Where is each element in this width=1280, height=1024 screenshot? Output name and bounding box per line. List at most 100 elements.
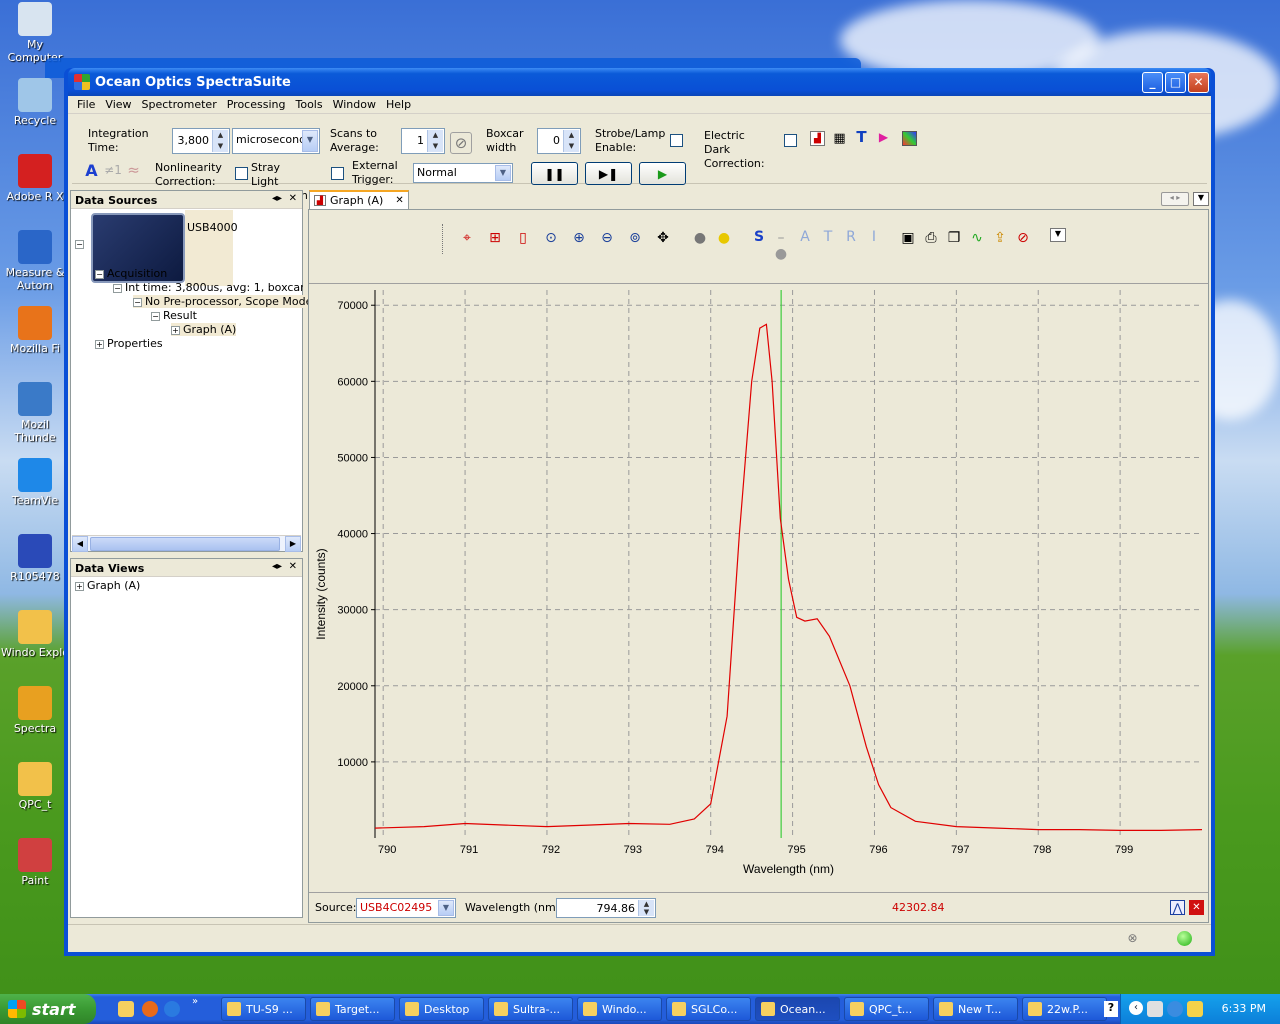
taskbar-button[interactable]: New T... bbox=[933, 997, 1018, 1021]
menu-item-view[interactable]: View bbox=[100, 98, 136, 111]
absorbance-a-icon[interactable]: A bbox=[796, 229, 814, 245]
taskbar-button[interactable]: SGLCo... bbox=[666, 997, 751, 1021]
wavelength-spinner[interactable]: 794.86 ▲ ▼ bbox=[556, 898, 656, 918]
tree-node-acquisition[interactable]: − Acquisition bbox=[95, 267, 167, 280]
quicklaunch-more-icon[interactable]: » bbox=[192, 996, 198, 1007]
desktop-icon[interactable]: Mozil Thunde bbox=[0, 382, 70, 444]
scroll-right-icon[interactable]: ▶ bbox=[285, 536, 301, 552]
integration-time-spinner[interactable]: 3,800 ▲ ▼ bbox=[172, 128, 230, 154]
bulb-on-icon[interactable]: ● bbox=[715, 230, 733, 246]
stray-light-checkbox[interactable] bbox=[331, 167, 344, 180]
single-acquisition-button[interactable]: ▶❚ bbox=[585, 162, 632, 185]
color-play-icon[interactable]: ▶ bbox=[876, 130, 891, 145]
integration-unit-select[interactable]: microseconds ▼ bbox=[232, 128, 320, 154]
help-icon[interactable]: ? bbox=[1104, 1001, 1118, 1017]
electric-dark-checkbox[interactable] bbox=[784, 134, 797, 147]
zoom-out-icon[interactable]: ⊖ bbox=[598, 230, 616, 246]
clock[interactable]: 6:33 PM bbox=[1222, 1002, 1266, 1015]
zoom-reset-icon[interactable]: ⊙ bbox=[542, 230, 560, 246]
tray-teamviewer-icon[interactable] bbox=[1167, 1001, 1183, 1017]
desktop-icon[interactable]: Windo Explo bbox=[0, 610, 70, 659]
bulb-off-icon[interactable]: ● bbox=[691, 230, 709, 246]
taskbar-button[interactable]: Target... bbox=[310, 997, 395, 1021]
zoom-fit-icon[interactable]: ⊚ bbox=[626, 230, 644, 246]
graph-menu-chevron-icon[interactable]: ▼ bbox=[1050, 228, 1066, 242]
panel-menu-icon[interactable]: ◂▸ bbox=[272, 193, 282, 204]
zoom-in-icon[interactable]: ⊕ bbox=[570, 230, 588, 246]
nonlinearity-checkbox[interactable] bbox=[235, 167, 248, 180]
taskbar-button[interactable]: Sultra-... bbox=[488, 997, 573, 1021]
chevron-down-icon[interactable]: ▼ bbox=[495, 165, 511, 181]
spinner-arrows-icon[interactable]: ▲ ▼ bbox=[427, 130, 443, 152]
scroll-thumb[interactable] bbox=[90, 537, 280, 551]
desktop-icon[interactable]: Measure & Autom bbox=[0, 230, 70, 292]
zoom-box-icon[interactable]: ⊞ bbox=[486, 230, 504, 246]
boxcar-width-spinner[interactable]: 0 ▲ ▼ bbox=[537, 128, 581, 154]
not-equal-one-icon[interactable]: ≠1 bbox=[104, 163, 122, 178]
tray-network-icon[interactable] bbox=[1147, 1001, 1163, 1017]
tree-node-graph-view[interactable]: + Graph (A) bbox=[75, 579, 140, 592]
transmission-t-icon[interactable]: T bbox=[819, 229, 837, 245]
tree-node-graph[interactable]: + Graph (A) bbox=[171, 323, 237, 336]
overlay-icon[interactable]: ∿ bbox=[968, 230, 986, 246]
save-icon[interactable]: ▣ bbox=[899, 230, 917, 246]
desktop-icon[interactable]: Spectra bbox=[0, 686, 70, 735]
quicklaunch-folder-icon[interactable] bbox=[118, 1001, 134, 1017]
desktop-icon[interactable]: Paint bbox=[0, 838, 70, 887]
panel-close-icon[interactable]: ✕ bbox=[289, 561, 297, 572]
spectrum-icon[interactable] bbox=[902, 131, 917, 146]
chevron-down-icon[interactable]: ▼ bbox=[438, 900, 454, 916]
print-icon[interactable]: ⎙ bbox=[922, 230, 940, 246]
menu-item-processing[interactable]: Processing bbox=[222, 98, 291, 111]
menu-item-tools[interactable]: Tools bbox=[290, 98, 327, 111]
tree-node-result[interactable]: − Result bbox=[151, 309, 197, 322]
play-button[interactable]: ▶ bbox=[639, 162, 686, 185]
horizontal-scrollbar[interactable]: ◀ ▶ bbox=[72, 535, 301, 552]
minimize-button[interactable]: _ bbox=[1142, 71, 1163, 93]
scroll-left-icon[interactable]: ◀ bbox=[72, 536, 88, 552]
no-entry-icon[interactable]: ⊘ bbox=[450, 132, 472, 154]
wave-icon[interactable]: ≈ bbox=[126, 163, 141, 178]
tree-node-preprocessor[interactable]: − No Pre-processor, Scope Mode bbox=[133, 295, 313, 308]
desktop-icon[interactable]: Adobe R X bbox=[0, 154, 70, 203]
desktop-icon[interactable]: TeamVie bbox=[0, 458, 70, 507]
taskbar-button[interactable]: TU-S9 ... bbox=[221, 997, 306, 1021]
menu-item-file[interactable]: File bbox=[72, 98, 100, 111]
absorbance-mode-icon[interactable]: A bbox=[84, 163, 99, 179]
table-icon[interactable]: ▦ bbox=[832, 131, 847, 146]
chevron-down-icon[interactable]: ▼ bbox=[302, 130, 318, 152]
menu-item-spectrometer[interactable]: Spectrometer bbox=[137, 98, 222, 111]
source-select[interactable]: USB4C02495 ▼ bbox=[356, 898, 456, 918]
desktop-icon[interactable]: R105478 bbox=[0, 534, 70, 583]
desktop-icon[interactable]: Mozilla Fi bbox=[0, 306, 70, 355]
export-icon[interactable]: ⇪ bbox=[991, 230, 1009, 246]
tree-node-properties[interactable]: + Properties bbox=[95, 337, 163, 350]
spinner-arrows-icon[interactable]: ▲ ▼ bbox=[638, 900, 654, 916]
crosshair-icon[interactable]: ⌖ bbox=[458, 230, 476, 246]
tree-expander-icon[interactable]: − bbox=[75, 237, 87, 250]
dark-bulb-icon[interactable]: –● bbox=[772, 230, 790, 262]
spinner-arrows-icon[interactable]: ▲ ▼ bbox=[563, 130, 579, 152]
desktop-icon[interactable]: QPC_t bbox=[0, 762, 70, 811]
tab-scroll-icon[interactable]: ◂ ▸ bbox=[1161, 192, 1189, 206]
copy-icon[interactable]: ❐ bbox=[945, 230, 963, 246]
scope-mode-s-icon[interactable]: S bbox=[750, 229, 768, 245]
clear-overlay-icon[interactable]: ⊘ bbox=[1014, 230, 1032, 246]
tree-node-int-time[interactable]: − Int time: 3,800us, avg: 1, boxcar: 0 bbox=[113, 281, 303, 294]
spinner-arrows-icon[interactable]: ▲ ▼ bbox=[212, 130, 228, 152]
menu-item-window[interactable]: Window bbox=[328, 98, 381, 111]
taskbar-button[interactable]: QPC_t... bbox=[844, 997, 929, 1021]
tray-security-icon[interactable] bbox=[1187, 1001, 1203, 1017]
spectrum-chart[interactable]: 10000 20000 30000 40000 50000 60000 70000 790 7… bbox=[309, 286, 1208, 886]
pause-button[interactable]: ❚❚ bbox=[531, 162, 578, 185]
reflectance-r-icon[interactable]: R bbox=[842, 229, 860, 245]
desktop-icon[interactable]: Recycle bbox=[0, 78, 70, 127]
strobe-lamp-checkbox[interactable] bbox=[670, 134, 683, 147]
trigger-mode-select[interactable]: Normal ▼ bbox=[413, 163, 513, 183]
tab-close-icon[interactable]: ✕ bbox=[395, 195, 403, 206]
title-bar[interactable]: Ocean Optics SpectraSuite _ □ ✕ bbox=[68, 68, 1211, 96]
desktop-icon[interactable]: My Computer bbox=[0, 2, 70, 64]
stop-icon[interactable]: ✕ bbox=[1189, 900, 1204, 915]
panel-close-icon[interactable]: ✕ bbox=[289, 193, 297, 204]
tray-expand-icon[interactable]: ‹ bbox=[1129, 1001, 1143, 1015]
